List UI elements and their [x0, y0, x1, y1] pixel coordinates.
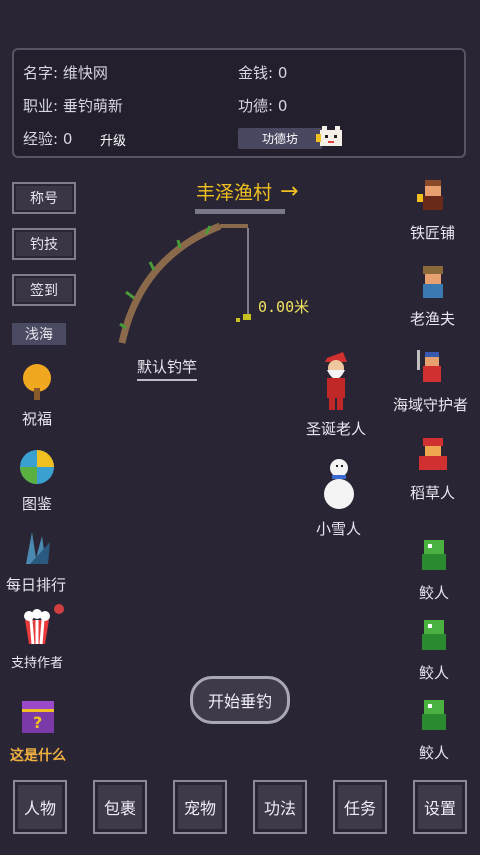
blacksmith-icon	[416, 180, 443, 210]
merman-icon	[422, 620, 446, 650]
money-stat: 金钱: 0	[238, 64, 288, 82]
scarecrow-icon	[418, 438, 447, 470]
rod-name[interactable]: 默认钓竿	[137, 356, 198, 381]
location-name: 丰泽渔村	[196, 182, 273, 204]
guardian-icon	[416, 350, 441, 382]
job-stat: 职业: 垂钓萌新	[23, 97, 123, 115]
merman-npc-3[interactable]: 鲛人	[414, 696, 454, 763]
popcorn-icon	[24, 609, 50, 645]
blessing-item[interactable]: 祝福	[17, 362, 57, 429]
mystery-chest-icon: ?	[22, 701, 54, 733]
lucky-cat-icon[interactable]	[314, 124, 348, 148]
sea-guardian-npc[interactable]: 海域守护者	[393, 348, 468, 415]
area-tag: 浅海	[12, 323, 66, 345]
merit-shop-button[interactable]: 功德坊	[238, 128, 322, 149]
nav-character[interactable]: 人物	[13, 780, 67, 834]
depth-readout: 0.00米	[258, 298, 310, 316]
stats-panel: 名字: 维快网 职业: 垂钓萌新 经验: 0 升级 金钱: 0 功德: 0 功德…	[12, 48, 466, 158]
blacksmith-npc[interactable]: 铁匠铺	[410, 176, 455, 243]
checkin-button[interactable]: 签到	[12, 274, 76, 306]
what-is-this-item[interactable]: ? 这是什么	[10, 695, 66, 765]
skill-button[interactable]: 钓技	[12, 228, 76, 260]
fishing-rod[interactable]	[110, 218, 260, 348]
merman-npc-1[interactable]: 鲛人	[414, 536, 454, 603]
exp-stat: 经验: 0	[23, 130, 73, 148]
start-fishing-button[interactable]: 开始垂钓	[190, 676, 290, 724]
merit-stat: 功德: 0	[238, 97, 288, 115]
merman-icon	[422, 700, 446, 730]
encyclopedia-item[interactable]: 图鉴	[17, 447, 57, 514]
nav-quest[interactable]: 任务	[333, 780, 387, 834]
santa-npc[interactable]: 圣诞老人	[306, 348, 366, 439]
nav-bag[interactable]: 包裹	[93, 780, 147, 834]
scarecrow-npc[interactable]: 稻草人	[410, 436, 455, 503]
fisherman-icon	[422, 266, 443, 298]
notification-dot	[54, 604, 64, 614]
ball-icon	[20, 450, 54, 484]
name-stat: 名字: 维快网	[23, 64, 108, 82]
title-button[interactable]: 称号	[12, 182, 76, 214]
merman-icon	[422, 540, 446, 570]
location-underline	[195, 209, 285, 214]
nav-settings[interactable]: 设置	[413, 780, 467, 834]
nav-skill[interactable]: 功法	[253, 780, 307, 834]
upgrade-button[interactable]: 升级	[94, 128, 132, 151]
santa-icon	[325, 352, 347, 410]
crystal-icon	[26, 532, 50, 564]
support-author-item[interactable]: 支持作者	[11, 606, 63, 671]
svg-text:?: ?	[33, 713, 42, 732]
merman-npc-2[interactable]: 鲛人	[414, 616, 454, 683]
location-link[interactable]: 丰泽渔村 →	[196, 178, 298, 205]
snowman-icon	[323, 459, 354, 509]
tree-icon	[23, 364, 51, 400]
nav-pet[interactable]: 宠物	[173, 780, 227, 834]
snowman-npc[interactable]: 小雪人	[316, 456, 361, 539]
old-fisherman-npc[interactable]: 老渔夫	[410, 262, 455, 329]
arrow-right-icon: →	[280, 179, 299, 204]
daily-ranking-item[interactable]: 每日排行	[6, 528, 66, 595]
